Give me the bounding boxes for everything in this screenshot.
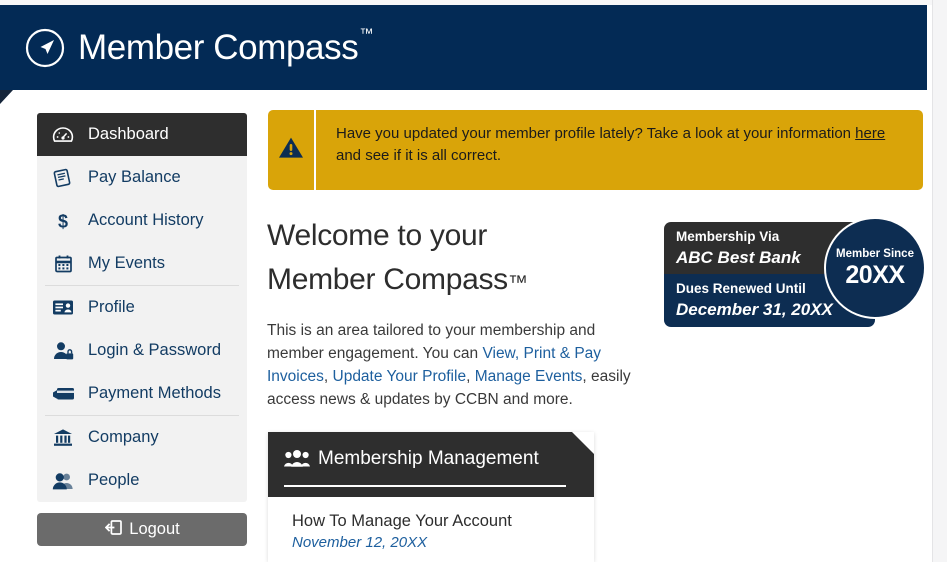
welcome-heading-trademark: ™ [507, 272, 528, 294]
membership-management-body: How To Manage Your Account November 12, … [268, 497, 594, 554]
mm-item-title: How To Manage Your Account [292, 512, 512, 530]
member-since-value: 20XX [845, 261, 905, 289]
membership-management-title-text: Membership Management [318, 448, 539, 469]
sidebar-nav: Dashboard Pay Balance $ Account History … [37, 113, 247, 546]
id-card-icon [50, 298, 76, 318]
welcome-sep-1: , [323, 368, 333, 385]
sidebar-menu: Dashboard Pay Balance $ Account History … [37, 113, 247, 502]
sign-out-icon [104, 519, 122, 540]
app-screenshot: Member Compass™ Dashboard Pay Balance $ [0, 0, 947, 562]
link-update-your-profile[interactable]: Update Your Profile [333, 368, 467, 385]
sidebar-item-label: Login & Password [88, 341, 221, 359]
compass-arrow-icon [25, 28, 65, 68]
brand-name-text: Member Compass [78, 27, 359, 67]
users-group-icon [284, 450, 310, 475]
welcome-heading-line2: Member Compass [267, 263, 508, 296]
logout-button[interactable]: Logout [37, 513, 247, 546]
sidebar-item-label: Dashboard [88, 125, 169, 143]
member-since-label: Member Since [836, 248, 914, 260]
bank-icon [50, 428, 76, 448]
membership-badge: Membership Via ABC Best Bank Dues Renewe… [664, 217, 926, 327]
alert-here-link[interactable]: here [855, 125, 885, 142]
gauge-icon [50, 125, 76, 145]
list-item[interactable]: How To Manage Your Account November 12, … [292, 510, 578, 554]
brand-trademark: ™ [359, 24, 373, 41]
membership-management-title: Membership Management [284, 446, 578, 475]
user-lock-icon [50, 341, 76, 361]
sidebar-item-pay-balance[interactable]: Pay Balance [37, 156, 247, 199]
sidebar-item-people[interactable]: People [37, 459, 247, 502]
alert-text-before: Have you updated your member profile lat… [336, 125, 856, 142]
sidebar-item-dashboard[interactable]: Dashboard [37, 113, 247, 156]
sidebar-item-label: Profile [88, 298, 135, 316]
brand-logo[interactable]: Member Compass™ [25, 24, 373, 68]
page-title: Welcome to your Member Compass™ [267, 214, 637, 305]
svg-text:$: $ [58, 211, 68, 231]
warning-triangle-icon [278, 136, 304, 165]
calendar-icon [50, 254, 76, 274]
sidebar-item-label: Company [88, 428, 159, 446]
alert-text-after: and see if it is all correct. [336, 147, 502, 164]
welcome-heading-line1: Welcome to your [267, 219, 488, 252]
brand-title: Member Compass™ [78, 24, 373, 68]
app-header: Member Compass™ [0, 5, 927, 90]
users-icon [50, 471, 76, 491]
sidebar-item-label: Payment Methods [88, 384, 221, 402]
dollar-sign-icon: $ [50, 211, 76, 231]
header-fold-decoration [0, 90, 13, 104]
membership-management-card: Membership Management How To Manage Your… [268, 432, 594, 562]
sidebar-item-company[interactable]: Company [37, 416, 247, 459]
sidebar-item-label: Account History [88, 211, 204, 229]
logout-label: Logout [129, 520, 180, 538]
sidebar-item-label: People [88, 471, 140, 489]
welcome-section: Welcome to your Member Compass™ This is … [267, 214, 637, 411]
alert-icon-column [268, 110, 316, 190]
member-since-circle: Member Since 20XX [824, 217, 926, 319]
membership-management-rule [284, 485, 566, 487]
mm-item-date: November 12, 20XX [292, 534, 428, 551]
welcome-sep-2: , [466, 368, 475, 385]
sidebar-item-label: My Events [88, 254, 166, 272]
sidebar-item-payment-methods[interactable]: Payment Methods [37, 372, 247, 415]
credit-card-icon [50, 384, 76, 404]
membership-management-header: Membership Management [268, 432, 594, 497]
link-manage-events[interactable]: Manage Events [475, 368, 583, 385]
profile-update-alert: Have you updated your member profile lat… [268, 110, 923, 190]
page-scroll-gutter[interactable] [932, 0, 947, 562]
sidebar-item-login-password[interactable]: Login & Password [37, 329, 247, 372]
sidebar-item-profile[interactable]: Profile [37, 286, 247, 329]
sidebar-item-my-events[interactable]: My Events [37, 242, 247, 285]
alert-message: Have you updated your member profile lat… [316, 110, 923, 190]
welcome-paragraph: This is an area tailored to your members… [267, 319, 637, 411]
sidebar-item-account-history[interactable]: $ Account History [37, 199, 247, 242]
sidebar-item-label: Pay Balance [88, 168, 181, 186]
invoice-icon [50, 168, 76, 188]
